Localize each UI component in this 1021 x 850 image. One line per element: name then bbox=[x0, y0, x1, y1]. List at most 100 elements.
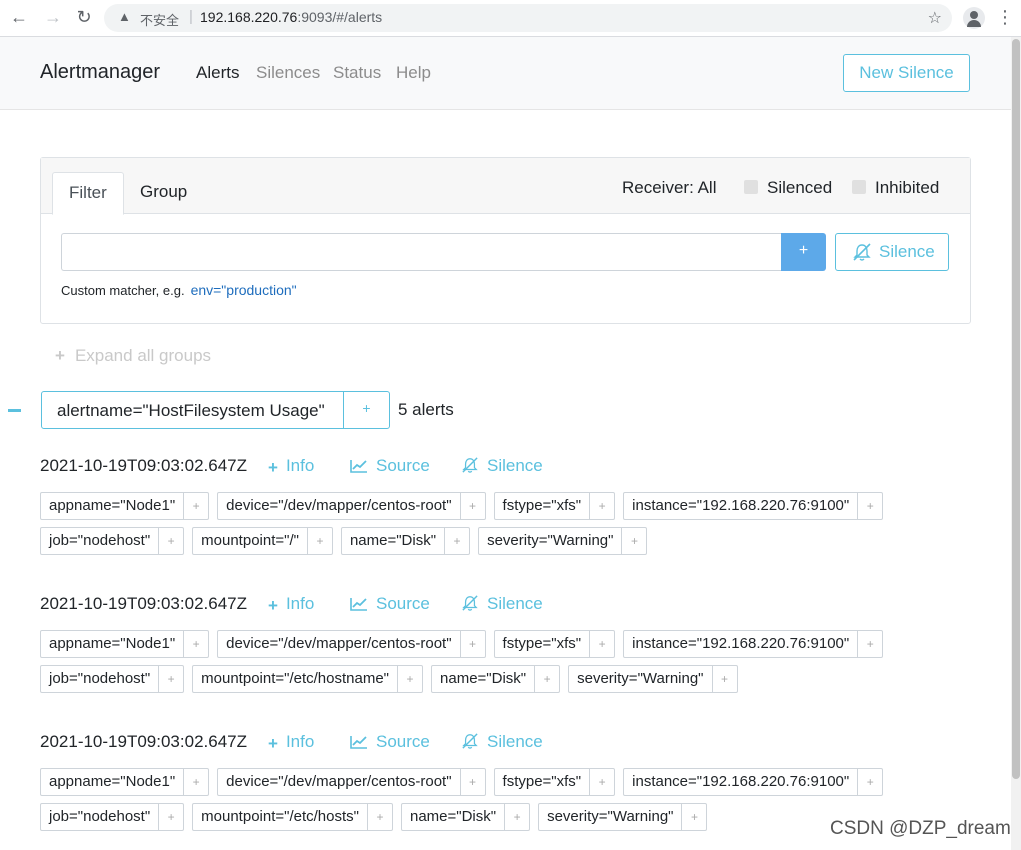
new-silence-button[interactable]: New Silence bbox=[843, 54, 970, 92]
label-matcher[interactable]: mountpoint="/etc/hosts" bbox=[193, 804, 367, 830]
source-button[interactable]: Source bbox=[350, 594, 430, 614]
nav-status[interactable]: Status bbox=[333, 63, 381, 83]
label-matcher[interactable]: job="nodehost" bbox=[41, 528, 158, 554]
label-chip: severity="Warning" + bbox=[478, 527, 648, 555]
info-button[interactable]: + Info bbox=[268, 594, 314, 616]
brand[interactable]: Alertmanager bbox=[40, 61, 160, 84]
reload-icon[interactable]: ↻ bbox=[73, 7, 95, 28]
source-button[interactable]: Source bbox=[350, 732, 430, 752]
label-add-button[interactable]: + bbox=[158, 666, 183, 692]
forward-icon[interactable]: → bbox=[42, 7, 64, 28]
watermark: CSDN @DZP_dream bbox=[830, 818, 1011, 839]
label-matcher[interactable]: appname="Node1" bbox=[41, 769, 183, 795]
silence-button[interactable]: Silence bbox=[461, 594, 543, 614]
page-scrollbar[interactable] bbox=[1011, 37, 1021, 850]
label-matcher[interactable]: appname="Node1" bbox=[41, 631, 183, 657]
label-row: job="nodehost" + mountpoint="/etc/hosts" + n… bbox=[40, 803, 715, 831]
label-matcher[interactable]: device="/dev/mapper/centos-root" bbox=[218, 769, 459, 795]
inhibited-checkbox[interactable] bbox=[852, 180, 866, 194]
label-add-button[interactable]: + bbox=[589, 631, 614, 657]
label-matcher[interactable]: severity="Warning" bbox=[539, 804, 681, 830]
menu-kebab-icon[interactable]: ⋮ bbox=[996, 7, 1014, 28]
label-add-button[interactable]: + bbox=[158, 804, 183, 830]
label-add-button[interactable]: + bbox=[459, 769, 485, 795]
nav-alerts[interactable]: Alerts bbox=[196, 63, 239, 83]
bookmark-star-icon[interactable]: ☆ bbox=[928, 8, 942, 28]
bell-slash-icon bbox=[853, 243, 871, 261]
label-matcher[interactable]: job="nodehost" bbox=[41, 666, 158, 692]
label-matcher[interactable]: fstype="xfs" bbox=[495, 493, 590, 519]
label-add-button[interactable]: + bbox=[589, 493, 614, 519]
label-add-button[interactable]: + bbox=[158, 528, 183, 554]
add-matcher-button[interactable]: + bbox=[781, 233, 826, 271]
label-add-button[interactable]: + bbox=[397, 666, 422, 692]
label-matcher[interactable]: mountpoint="/" bbox=[193, 528, 307, 554]
label-matcher[interactable]: instance="192.168.220.76:9100" bbox=[624, 631, 857, 657]
receiver-selector[interactable]: Receiver: All bbox=[622, 178, 716, 198]
label-add-button[interactable]: + bbox=[589, 769, 614, 795]
silence-button-label: Silence bbox=[879, 242, 935, 261]
tab-group[interactable]: Group bbox=[124, 172, 203, 213]
expand-all-groups-button[interactable]: + Expand all groups bbox=[55, 346, 211, 366]
inhibited-label[interactable]: Inhibited bbox=[875, 178, 939, 198]
label-chip: instance="192.168.220.76:9100" + bbox=[623, 768, 884, 796]
label-matcher[interactable]: device="/dev/mapper/centos-root" bbox=[218, 493, 459, 519]
silence-filter-button[interactable]: Silence bbox=[835, 233, 949, 271]
filter-input[interactable] bbox=[61, 233, 781, 271]
scrollbar-thumb[interactable] bbox=[1012, 39, 1020, 779]
back-icon[interactable]: ← bbox=[8, 7, 30, 28]
label-matcher[interactable]: instance="192.168.220.76:9100" bbox=[624, 493, 857, 519]
label-add-button[interactable]: + bbox=[711, 666, 737, 692]
label-matcher[interactable]: name="Disk" bbox=[402, 804, 504, 830]
matcher-example[interactable]: env="production" bbox=[191, 282, 297, 298]
nav-help[interactable]: Help bbox=[396, 63, 431, 83]
label-chip: job="nodehost" + bbox=[40, 665, 185, 693]
label-add-button[interactable]: + bbox=[681, 804, 706, 830]
label-matcher[interactable]: appname="Node1" bbox=[41, 493, 183, 519]
label-matcher[interactable]: job="nodehost" bbox=[41, 804, 158, 830]
label-matcher[interactable]: name="Disk" bbox=[432, 666, 534, 692]
label-add-button[interactable]: + bbox=[306, 528, 332, 554]
silenced-checkbox[interactable] bbox=[744, 180, 758, 194]
label-matcher[interactable]: severity="Warning" bbox=[479, 528, 621, 554]
label-add-button[interactable]: + bbox=[621, 528, 646, 554]
label-add-button[interactable]: + bbox=[183, 493, 208, 519]
nav-silences[interactable]: Silences bbox=[256, 63, 320, 83]
silence-button[interactable]: Silence bbox=[461, 456, 543, 476]
info-button[interactable]: + Info bbox=[268, 456, 314, 478]
tab-filter[interactable]: Filter bbox=[52, 172, 124, 215]
label-add-button[interactable]: + bbox=[504, 804, 529, 830]
url-text[interactable]: 192.168.220.76:9093/#/alerts bbox=[200, 9, 382, 25]
label-add-button[interactable]: + bbox=[183, 631, 208, 657]
silence-button[interactable]: Silence bbox=[461, 732, 543, 752]
label-matcher[interactable]: device="/dev/mapper/centos-root" bbox=[218, 631, 459, 657]
source-button[interactable]: Source bbox=[350, 456, 430, 476]
label-matcher[interactable]: mountpoint="/etc/hostname" bbox=[193, 666, 397, 692]
alert-timestamp: 2021-10-19T09:03:02.647Z bbox=[40, 732, 247, 751]
label-chip: fstype="xfs" + bbox=[493, 492, 616, 520]
silenced-label[interactable]: Silenced bbox=[767, 178, 832, 198]
label-add-button[interactable]: + bbox=[459, 493, 485, 519]
group-matcher[interactable]: alertname="HostFilesystem Usage" bbox=[57, 401, 325, 421]
matcher-hint: Custom matcher, e.g. env="production" bbox=[61, 282, 297, 298]
info-button[interactable]: + Info bbox=[268, 732, 314, 754]
group-add-button[interactable]: + bbox=[344, 400, 389, 416]
label-add-button[interactable]: + bbox=[444, 528, 469, 554]
label-matcher[interactable]: severity="Warning" bbox=[569, 666, 711, 692]
label-add-button[interactable]: + bbox=[857, 769, 882, 795]
label-add-button[interactable]: + bbox=[857, 493, 882, 519]
label-matcher[interactable]: fstype="xfs" bbox=[495, 631, 590, 657]
label-add-button[interactable]: + bbox=[857, 631, 882, 657]
collapse-group-icon[interactable] bbox=[8, 409, 21, 412]
label-chip: name="Disk" + bbox=[431, 665, 561, 693]
label-matcher[interactable]: fstype="xfs" bbox=[495, 769, 590, 795]
label-matcher[interactable]: name="Disk" bbox=[342, 528, 444, 554]
label-add-button[interactable]: + bbox=[183, 769, 208, 795]
address-bar[interactable]: ▲ 不安全 | 192.168.220.76:9093/#/alerts ☆ bbox=[104, 4, 952, 32]
label-chip: device="/dev/mapper/centos-root" + bbox=[217, 768, 486, 796]
label-add-button[interactable]: + bbox=[366, 804, 392, 830]
label-add-button[interactable]: + bbox=[459, 631, 485, 657]
label-matcher[interactable]: instance="192.168.220.76:9100" bbox=[624, 769, 857, 795]
label-add-button[interactable]: + bbox=[534, 666, 559, 692]
profile-avatar-icon[interactable] bbox=[963, 7, 985, 29]
